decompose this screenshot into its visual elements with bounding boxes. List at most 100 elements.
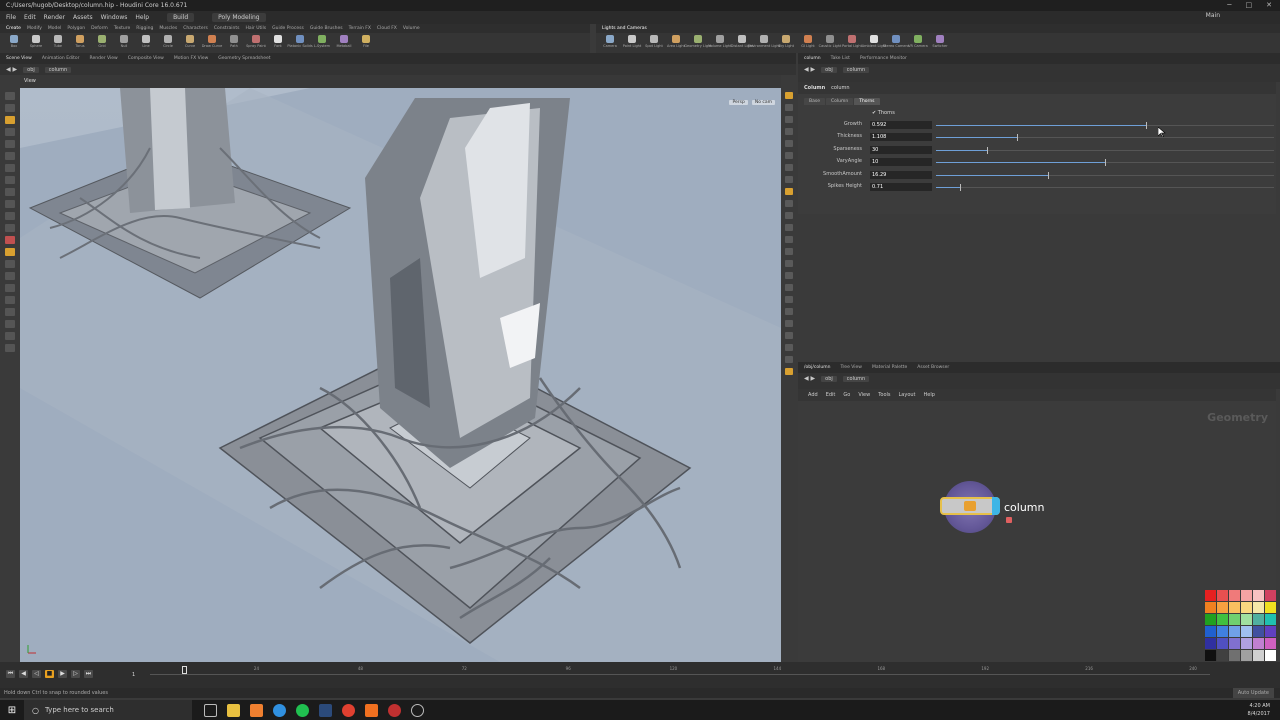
tab-animation-editor[interactable]: Animation Editor xyxy=(42,56,80,61)
viewport-tool-icon[interactable] xyxy=(5,176,15,184)
viewport-tool-icon[interactable] xyxy=(5,272,15,280)
palette-swatch[interactable] xyxy=(1229,638,1240,649)
slider-knob[interactable] xyxy=(959,184,961,191)
viewport-tool-icon[interactable] xyxy=(5,248,15,256)
shelf-l-system-tool[interactable]: L-System xyxy=(312,34,332,52)
palette-swatch[interactable] xyxy=(1265,590,1276,601)
palette-swatch[interactable] xyxy=(1241,638,1252,649)
step-forward-button[interactable]: ▷ xyxy=(71,670,80,678)
shelf-distant-light-tool[interactable]: Distant Light xyxy=(731,34,753,52)
shelf-tab-model[interactable]: Model xyxy=(48,26,62,31)
network-menu-help[interactable]: Help xyxy=(924,392,935,398)
path-obj[interactable]: obj xyxy=(23,66,39,73)
display-option-icon[interactable] xyxy=(784,212,793,219)
tab-tree-view[interactable]: Tree View xyxy=(840,365,862,370)
viewport-tool-icon[interactable] xyxy=(5,224,15,232)
palette-swatch[interactable] xyxy=(1241,614,1252,625)
windows-start-icon[interactable]: ⊞ xyxy=(0,700,24,720)
param-slider[interactable] xyxy=(936,134,1274,142)
shelf-tab-lights-and-cameras[interactable]: Lights and Cameras xyxy=(602,26,647,31)
shelf-tab-deform[interactable]: Deform xyxy=(91,26,108,31)
display-option-icon[interactable] xyxy=(784,176,793,183)
palette-swatch[interactable] xyxy=(1217,650,1228,661)
palette-swatch[interactable] xyxy=(1265,626,1276,637)
display-option-icon[interactable] xyxy=(784,92,793,99)
param-slider[interactable] xyxy=(936,159,1274,167)
shelf-tab-texture[interactable]: Texture xyxy=(114,26,130,31)
palette-swatch[interactable] xyxy=(1265,638,1276,649)
thorns-folder[interactable]: ✔ Thorns xyxy=(872,110,895,116)
shelf-sphere-tool[interactable]: Sphere xyxy=(26,34,46,52)
palette-swatch[interactable] xyxy=(1229,650,1240,661)
tab-render-view[interactable]: Render View xyxy=(90,56,118,61)
skype-icon[interactable] xyxy=(273,703,286,717)
app-icon[interactable] xyxy=(319,703,332,717)
shelf-tab-guide-brushes[interactable]: Guide Brushes xyxy=(310,26,343,31)
display-option-icon[interactable] xyxy=(784,320,793,327)
shelf-tab-characters[interactable]: Characters xyxy=(183,26,208,31)
viewport-tool-icon[interactable] xyxy=(5,236,15,244)
tab-take-list[interactable]: Take List xyxy=(831,56,850,61)
shelf-spot-light-tool[interactable]: Spot Light xyxy=(644,34,664,52)
palette-swatch[interactable] xyxy=(1217,626,1228,637)
back-icon[interactable]: ◀ ▶ xyxy=(804,66,815,73)
palette-swatch[interactable] xyxy=(1217,638,1228,649)
shelf-tab-terrain-fx[interactable]: Terrain FX xyxy=(349,26,371,31)
network-menu-edit[interactable]: Edit xyxy=(826,392,836,398)
display-option-icon[interactable] xyxy=(784,164,793,171)
viewport-tool-icon[interactable] xyxy=(5,212,15,220)
viewport-tool-icon[interactable] xyxy=(5,104,15,112)
viewport-tool-icon[interactable] xyxy=(5,344,15,352)
shelf-metaball-tool[interactable]: Metaball xyxy=(334,34,354,52)
display-option-icon[interactable] xyxy=(784,128,793,135)
menu-edit[interactable]: Edit xyxy=(24,14,36,21)
display-option-icon[interactable] xyxy=(784,344,793,351)
viewport-tool-icon[interactable] xyxy=(5,116,15,124)
display-option-icon[interactable] xyxy=(784,200,793,207)
tab-asset-browser[interactable]: Asset Browser xyxy=(917,365,949,370)
network-menu-view[interactable]: View xyxy=(858,392,870,398)
display-option-icon[interactable] xyxy=(784,104,793,111)
vlc-icon[interactable] xyxy=(250,703,263,717)
shelf-platonic-solids-tool[interactable]: Platonic Solids xyxy=(287,34,313,52)
slider-knob[interactable] xyxy=(1145,122,1147,129)
network-path-column[interactable]: column xyxy=(842,375,870,382)
display-option-icon[interactable] xyxy=(784,224,793,231)
tab-scene-view[interactable]: Scene View xyxy=(6,56,32,61)
display-option-icon[interactable] xyxy=(784,332,793,339)
viewport-tool-icon[interactable] xyxy=(5,260,15,268)
display-option-icon[interactable] xyxy=(784,356,793,363)
viewport-tool-icon[interactable] xyxy=(5,188,15,196)
palette-swatch[interactable] xyxy=(1229,602,1240,613)
shelf-vr-camera-tool[interactable]: VR Camera xyxy=(908,34,928,52)
viewport-tool-icon[interactable] xyxy=(5,152,15,160)
menu-windows[interactable]: Windows xyxy=(101,14,128,21)
palette-swatch[interactable] xyxy=(1205,614,1216,625)
shelf-sky-light-tool[interactable]: Sky Light xyxy=(776,34,796,52)
network-menu-tools[interactable]: Tools xyxy=(878,392,890,398)
shelf-portal-light-tool[interactable]: Portal Light xyxy=(842,34,862,52)
current-frame-field[interactable]: 1 xyxy=(132,672,135,678)
shelf-point-light-tool[interactable]: Point Light xyxy=(622,34,642,52)
shelf-tab-muscles[interactable]: Muscles xyxy=(159,26,177,31)
slider-knob[interactable] xyxy=(986,146,988,154)
tab-column[interactable]: Column xyxy=(825,98,854,105)
param-slider[interactable] xyxy=(936,122,1274,129)
display-option-icon[interactable] xyxy=(784,248,793,255)
taskbar-search[interactable]: ○ Type here to search xyxy=(24,700,192,720)
shelf-tube-tool[interactable]: Tube xyxy=(48,34,68,52)
tab-material-palette[interactable]: Material Palette xyxy=(872,365,907,370)
stop-button[interactable]: ■ xyxy=(45,670,54,678)
palette-swatch[interactable] xyxy=(1241,590,1252,601)
palette-swatch[interactable] xyxy=(1253,650,1264,661)
shelf-environment-light-tool[interactable]: Environment Light xyxy=(748,34,780,52)
palette-swatch[interactable] xyxy=(1205,638,1216,649)
slider-knob[interactable] xyxy=(1017,134,1019,142)
display-option-icon[interactable] xyxy=(784,140,793,147)
shelf-tab-modify[interactable]: Modify xyxy=(27,26,42,31)
palette-swatch[interactable] xyxy=(1205,590,1216,601)
shelf-font-tool[interactable]: Font xyxy=(268,34,288,52)
current-frame-marker[interactable] xyxy=(182,666,187,674)
viewport-tool-icon[interactable] xyxy=(5,320,15,328)
auto-update-button[interactable]: Auto Update xyxy=(1232,688,1274,698)
